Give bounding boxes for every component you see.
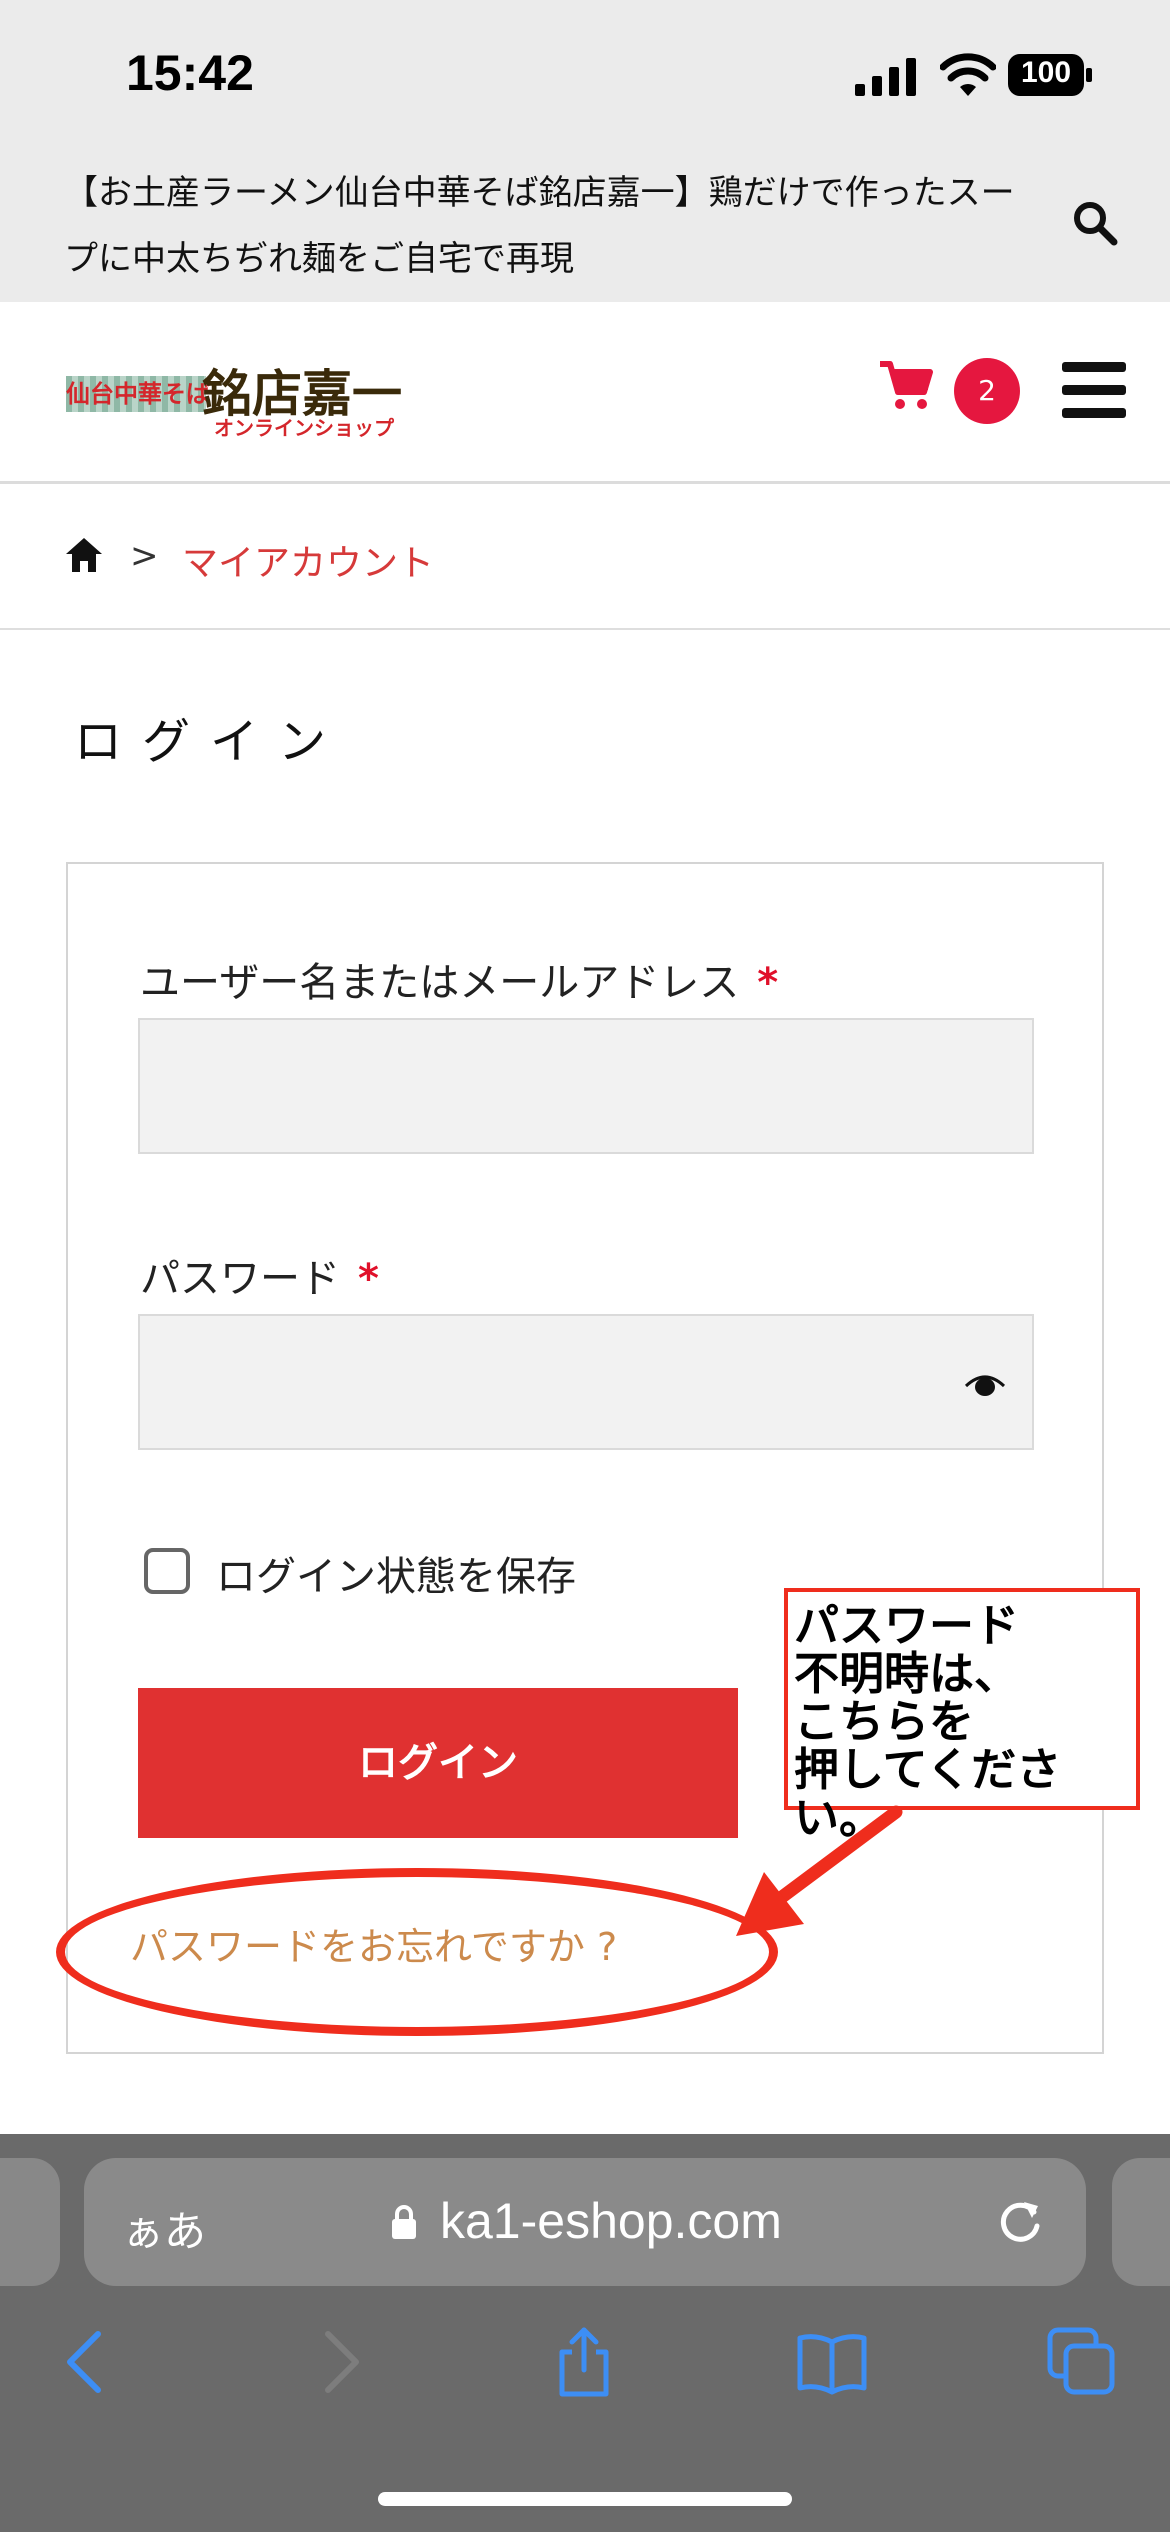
next-tab-peek[interactable] <box>1112 2158 1170 2286</box>
breadcrumb-current[interactable]: マイアカウント <box>182 534 434 586</box>
signal-icon <box>855 58 916 96</box>
lock-icon <box>392 2205 416 2239</box>
battery-level: 100 <box>1020 56 1072 89</box>
reload-icon[interactable] <box>994 2196 1046 2248</box>
required-mark: * <box>358 1256 379 1302</box>
site-logo[interactable]: 仙台中華そば 銘店嘉一 オンラインショップ <box>66 354 426 440</box>
username-label: ユーザー名またはメールアドレス * <box>140 950 778 1008</box>
eye-icon[interactable] <box>964 1372 1006 1398</box>
share-icon[interactable] <box>548 2326 620 2398</box>
logo-line3: オンラインショップ <box>214 416 394 440</box>
breadcrumb-separator: > <box>130 536 159 576</box>
battery-icon: 100 <box>1008 54 1092 96</box>
password-label: パスワード * <box>140 1246 379 1304</box>
breadcrumb: > マイアカウント <box>0 484 1170 630</box>
annotation-highlight-ellipse <box>56 1868 778 2036</box>
login-form: ユーザー名またはメールアドレス * パスワード * ログイン状態を保存 ログイン パ… <box>66 862 1104 2054</box>
url-text[interactable]: ka1-eshop.com <box>440 2192 782 2250</box>
status-time: 15:42 <box>126 45 254 101</box>
username-input[interactable] <box>138 1018 1034 1154</box>
page-settings-button[interactable]: ぁあ <box>122 2198 206 2259</box>
forward-icon[interactable] <box>304 2326 376 2398</box>
address-bar[interactable]: ぁあ ka1-eshop.com <box>84 2158 1086 2286</box>
bookmarks-icon[interactable] <box>796 2326 868 2398</box>
remember-checkbox[interactable] <box>144 1548 190 1594</box>
home-indicator[interactable] <box>378 2492 792 2506</box>
remember-label: ログイン状態を保存 <box>216 1554 576 1600</box>
password-label-text: パスワード <box>140 1256 340 1302</box>
page-title: 【お土産ラーメン仙台中華そば銘店嘉一】鶏だけで作ったスープに中太ちぢれ麺をご自宅… <box>64 173 1015 279</box>
cart-icon[interactable] <box>878 360 934 412</box>
previous-tab-peek[interactable] <box>0 2158 60 2286</box>
required-mark: * <box>757 960 779 1006</box>
login-button[interactable]: ログイン <box>138 1688 738 1838</box>
wifi-icon <box>940 53 996 96</box>
browser-toolbar: ぁあ ka1-eshop.com <box>0 2134 1170 2532</box>
back-icon[interactable] <box>50 2326 122 2398</box>
status-bar: 15:42 100 <box>0 0 1170 140</box>
password-input[interactable] <box>138 1314 1034 1450</box>
home-icon[interactable] <box>64 536 104 574</box>
page-title-bar: 【お土産ラーメン仙台中華そば銘店嘉一】鶏だけで作ったスープに中太ちぢれ麺をご自宅… <box>0 140 1170 302</box>
annotation-arrow-icon <box>736 1805 903 1936</box>
username-label-text: ユーザー名またはメールアドレス <box>140 960 740 1006</box>
site-header: 仙台中華そば 銘店嘉一 オンラインショップ 2 <box>0 302 1170 484</box>
login-heading: ログイン <box>74 714 347 770</box>
logo-line1: 仙台中華そば <box>66 380 210 408</box>
search-icon[interactable] <box>1072 200 1118 246</box>
annotation-callout: パスワード 不明時は、 こちらを 押してください。 <box>784 1588 1140 1842</box>
hamburger-menu-icon[interactable] <box>1062 362 1126 418</box>
cart-count-badge[interactable]: 2 <box>954 358 1020 424</box>
tabs-icon[interactable] <box>1046 2326 1118 2398</box>
